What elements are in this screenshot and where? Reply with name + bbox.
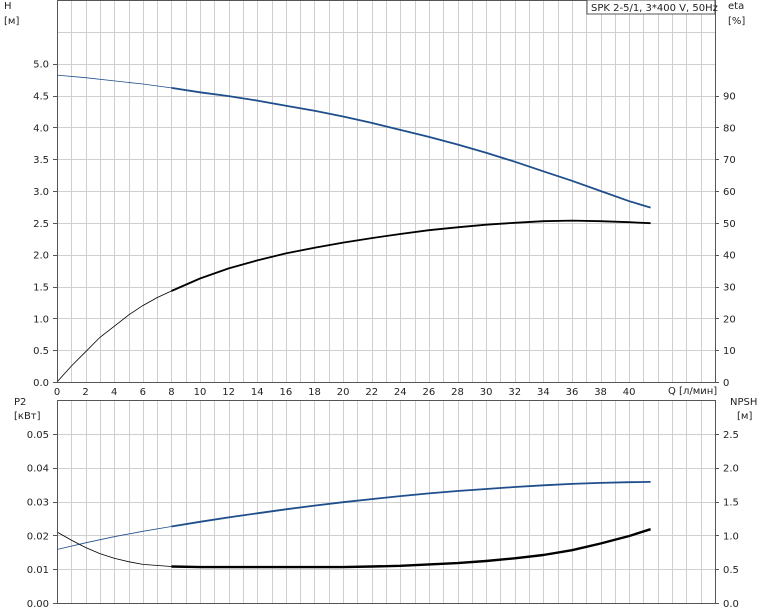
x-tick-label: 10 [194,387,207,398]
right-tick-label: 1.0 [723,531,739,542]
left-tick-label: 0.04 [27,464,49,475]
top-right-axis-unit: [%] [728,16,745,27]
left-tick-label: 3.5 [33,155,49,166]
x-tick-label: 16 [280,387,293,398]
bottom-right-axis-unit: [м] [737,411,752,422]
x-tick-label: 22 [365,387,378,398]
left-tick-label: 0.03 [27,498,49,509]
x-tick-label: 18 [308,387,321,398]
left-tick-label: 2.5 [33,219,49,230]
x-axis-label: Q [л/мин] [668,386,717,397]
x-tick-label: 40 [623,387,636,398]
right-tick-label: 70 [723,155,736,166]
right-tick-label: 1.5 [723,498,739,509]
bottom-right-axis-title: NPSH [730,397,757,408]
x-tick-label: 12 [222,387,235,398]
x-tick-label: 38 [594,387,607,398]
right-tick-label: 2.5 [723,430,739,441]
left-tick-label: 1.5 [33,283,49,294]
left-tick-label: 0.01 [27,565,49,576]
x-tick-label: 32 [508,387,521,398]
top-right-axis-title: eta [728,1,744,12]
x-tick-label: 2 [82,387,88,398]
x-tick-label: 4 [111,387,117,398]
axis-layer: 0.00.51.01.52.02.53.03.54.04.55.00102030… [27,0,739,610]
bottom-left-axis-unit: [кВт] [14,411,41,422]
top-left-axis-title: H [4,1,12,12]
left-tick-label: 0.0 [33,378,49,389]
x-tick-label: 28 [451,387,464,398]
bottom-left-axis-title: P2 [14,397,26,408]
x-tick-label: 0 [54,387,60,398]
right-tick-label: 0.5 [723,565,739,576]
left-tick-label: 3.0 [33,187,49,198]
x-tick-label: 8 [168,387,174,398]
x-tick-label: 36 [566,387,579,398]
x-tick-label: 30 [480,387,493,398]
grid-layer [57,0,716,604]
pump-label-text: SPK 2-5/1, 3*400 V, 50Hz [591,3,718,14]
right-tick-label: 80 [723,123,736,134]
right-tick-label: 20 [723,314,736,325]
x-tick-label: 34 [537,387,550,398]
right-tick-label: 10 [723,346,736,357]
x-tick-label: 24 [394,387,407,398]
x-tick-label: 20 [337,387,350,398]
x-tick-label: 14 [251,387,264,398]
left-tick-label: 4.5 [33,92,49,103]
curve-layer [56,74,651,569]
left-tick-label: 5.0 [33,60,49,71]
top-left-axis-unit: [м] [4,16,19,27]
right-tick-label: 60 [723,187,736,198]
left-tick-label: 2.0 [33,251,49,262]
left-tick-label: 0.05 [27,430,49,441]
left-tick-label: 0.5 [33,346,49,357]
x-tick-label: 26 [423,387,436,398]
left-tick-label: 0.00 [27,599,49,610]
right-tick-label: 0 [723,378,729,389]
right-tick-label: 0.0 [723,599,739,610]
right-tick-label: 50 [723,219,736,230]
pump-curve-chart: 0.00.51.01.52.02.53.03.54.04.55.00102030… [4,0,757,610]
left-tick-label: 0.02 [27,531,49,542]
left-tick-label: 4.0 [33,123,49,134]
right-tick-label: 40 [723,251,736,262]
x-tick-label: 6 [140,387,146,398]
right-tick-label: 30 [723,283,736,294]
right-tick-label: 90 [723,92,736,103]
right-tick-label: 2.0 [723,464,739,475]
left-tick-label: 1.0 [33,314,49,325]
